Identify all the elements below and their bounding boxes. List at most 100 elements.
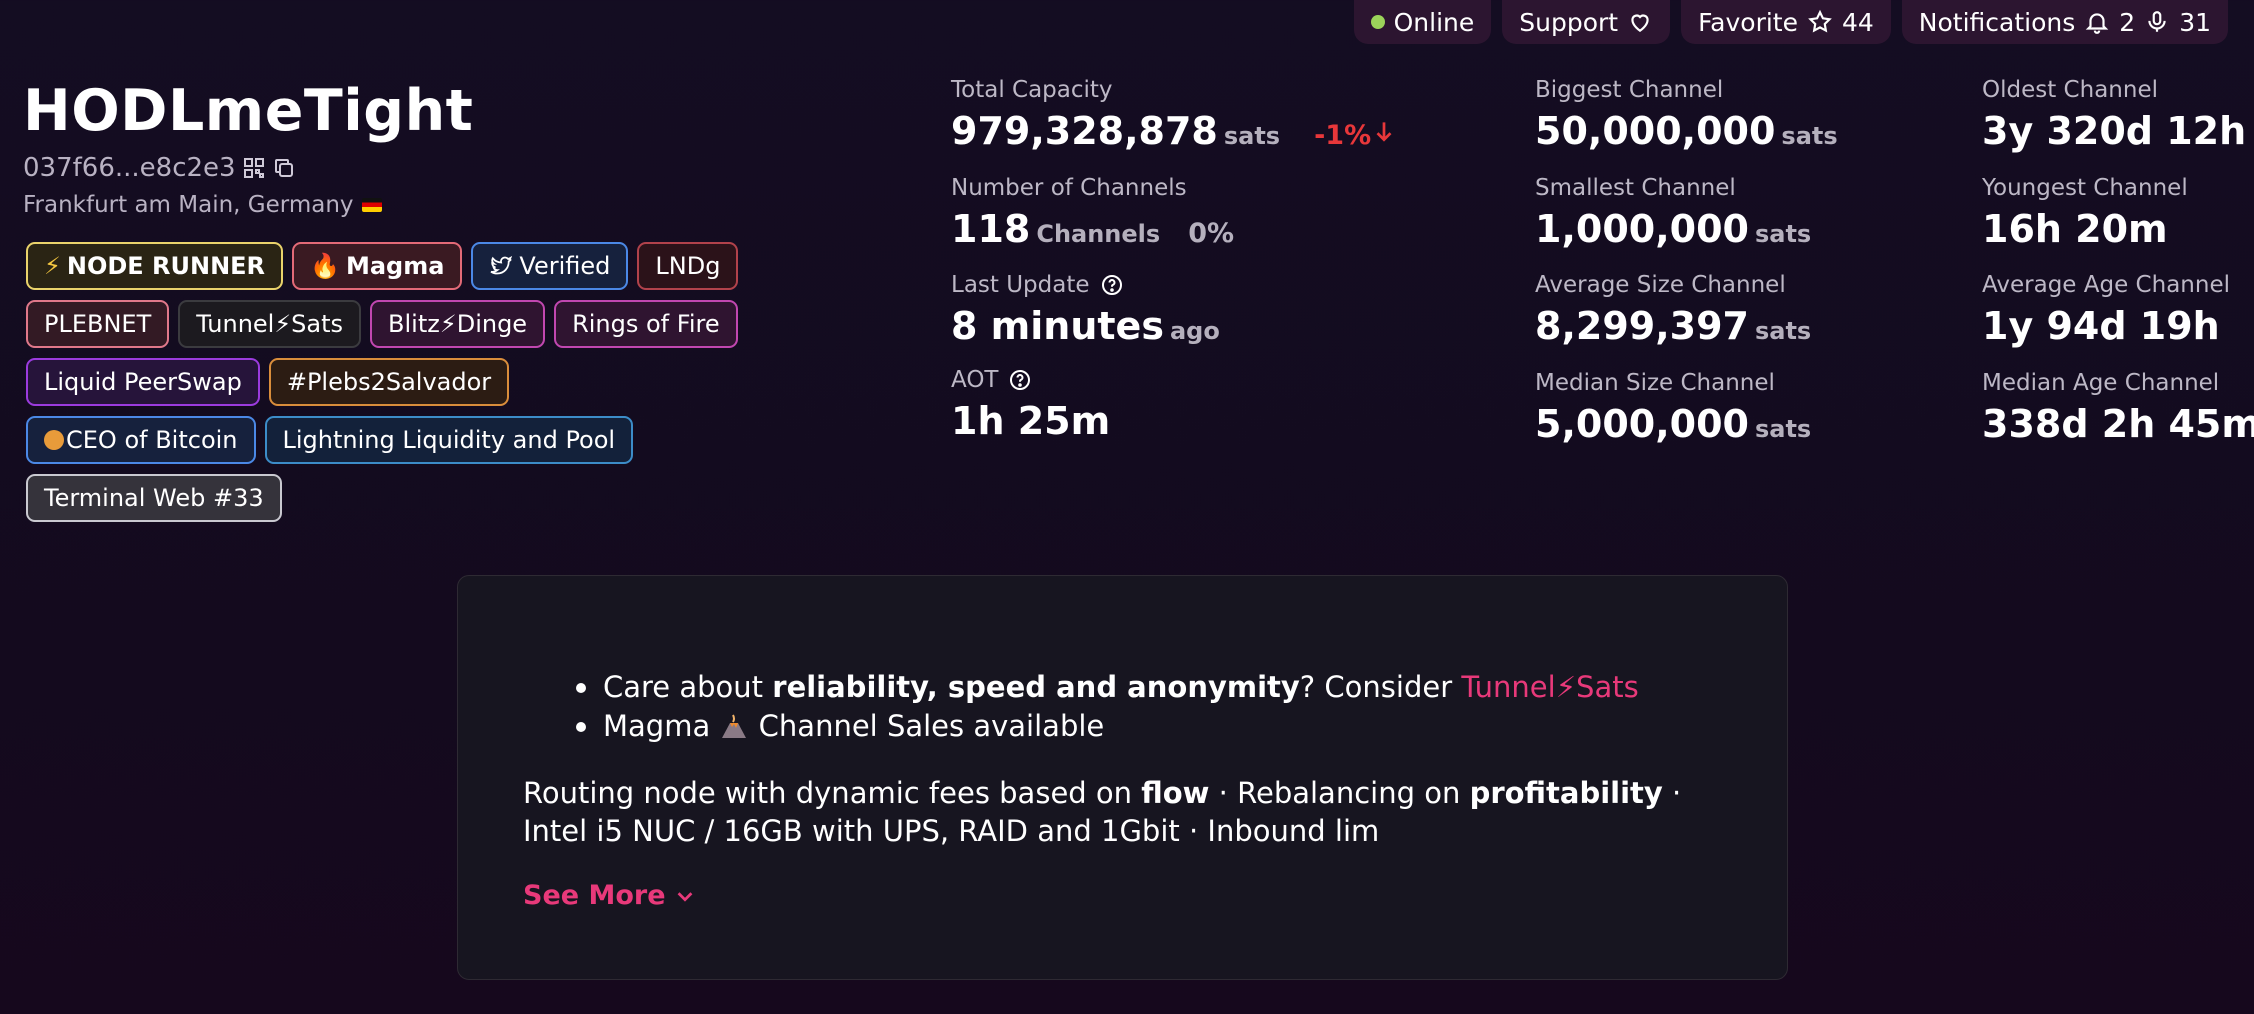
unit-label: sats [1223, 122, 1281, 150]
text: Care about [603, 670, 773, 704]
badge-ceo-of-bitcoin[interactable]: CEO of Bitcoin [26, 416, 256, 464]
median-size-value: 5,000,000 [1535, 402, 1749, 446]
chevron-down-icon [677, 891, 692, 902]
badge-label: Verified [519, 252, 611, 280]
badge-tunnelsats[interactable]: Tunnel⚡Sats [178, 300, 362, 348]
support-button[interactable]: Support [1502, 0, 1671, 44]
coin-icon [44, 430, 64, 450]
badge-label: #Plebs2Salvador [286, 368, 492, 396]
badge-plebs2salvador[interactable]: #Plebs2Salvador [268, 358, 510, 406]
stat-label: Oldest Channel [1982, 77, 2158, 103]
germany-flag-icon [361, 198, 382, 212]
badge-label: Blitz⚡Dinge [388, 310, 528, 338]
list-item: Care about reliability, speed and anonym… [576, 668, 1639, 707]
median-age-value: 338d 2h 45m [1982, 402, 2254, 446]
badge-label: CEO of Bitcoin [66, 426, 238, 454]
badge-label: Magma [345, 252, 445, 280]
stat-value: 5,000,000 sats [1535, 402, 1811, 446]
stat-value: 8 minutes ago [951, 304, 1220, 348]
bold-text: profitability [1469, 776, 1663, 810]
node-title: HODLmeTight [23, 78, 474, 144]
help-icon[interactable] [1008, 368, 1032, 392]
description-paragraph: Routing node with dynamic fees based on … [523, 774, 1753, 850]
unit-label: sats [1754, 317, 1812, 345]
stat-value: 8,299,397 sats [1535, 304, 1811, 348]
microphone-icon [2148, 11, 2166, 32]
location-text[interactable]: Frankfurt am Main, Germany [23, 192, 354, 218]
see-more-button[interactable]: See More [523, 880, 696, 911]
stat-youngest-channel: Youngest Channel 16h 20m [1982, 175, 2188, 251]
unit-label: ago [1169, 317, 1220, 345]
stat-number-of-channels: Number of Channels 118 Channels 0% [951, 175, 1234, 251]
average-size-value: 8,299,397 [1535, 304, 1749, 348]
top-bar: Online Support Favorite 44 Notifications… [1353, 0, 2228, 44]
text: ? Consider [1299, 670, 1462, 704]
badge-lightning-liquidity[interactable]: Lightning Liquidity and Pool [264, 416, 634, 464]
stat-value: 16h 20m [1982, 207, 2188, 251]
last-update-value: 8 minutes [951, 304, 1164, 348]
badge-magma[interactable]: 🔥 Magma [292, 242, 463, 290]
fire-icon: 🔥 [310, 252, 340, 280]
badge-plebnet[interactable]: PLEBNET [26, 300, 170, 348]
bold-text: flow [1141, 776, 1210, 810]
favorite-label: Favorite [1698, 7, 1798, 37]
node-location: Frankfurt am Main, Germany [23, 192, 382, 218]
badge-lndg[interactable]: LNDg [637, 242, 739, 290]
tunnelsats-link[interactable]: Tunnel⚡Sats [1461, 670, 1638, 704]
stat-median-size: Median Size Channel 5,000,000 sats [1535, 370, 1811, 446]
stat-value: 338d 2h 45m [1982, 402, 2254, 446]
node-pubkey: 037f66...e8c2e3 [23, 153, 296, 183]
stat-value: 979,328,878 sats -1% [951, 109, 1397, 153]
mic-count: 31 [2179, 7, 2211, 37]
stat-label: Median Age Channel [1982, 370, 2220, 396]
badge-list: ⚡ NODE RUNNER 🔥 Magma Verified LNDg PLEB… [26, 242, 746, 522]
online-status: Online [1353, 0, 1492, 44]
stat-label: Median Size Channel [1535, 370, 1775, 396]
lightning-icon: ⚡ [44, 252, 61, 280]
pubkey-text[interactable]: 037f66...e8c2e3 [23, 153, 236, 183]
badge-blitzdinge[interactable]: Blitz⚡Dinge [370, 300, 546, 348]
help-icon[interactable] [1100, 273, 1124, 297]
badge-liquid-peerswap[interactable]: Liquid PeerSwap [26, 358, 260, 406]
stat-median-age: Median Age Channel 338d 2h 45m [1982, 370, 2254, 446]
favorite-button[interactable]: Favorite 44 [1681, 0, 1891, 44]
online-dot-icon [1370, 15, 1385, 29]
qr-code-icon[interactable] [242, 156, 266, 180]
badge-verified[interactable]: Verified [471, 242, 629, 290]
stat-value: 3y 320d 12h [1982, 109, 2246, 153]
channels-change: 0% [1188, 218, 1235, 249]
favorite-count: 44 [1841, 7, 1874, 37]
stat-label-row: Last Update [951, 272, 1220, 298]
stat-label: Average Age Channel [1982, 272, 2230, 298]
stat-biggest-channel: Biggest Channel 50,000,000 sats [1535, 77, 1838, 153]
stat-label: Average Size Channel [1535, 272, 1786, 298]
badge-rings-of-fire[interactable]: Rings of Fire [554, 300, 738, 348]
star-icon [1808, 9, 1832, 33]
stat-label: Total Capacity [951, 77, 1113, 103]
stat-label: Number of Channels [951, 175, 1187, 201]
see-more-label: See More [523, 880, 666, 911]
notification-count: 2 [2119, 7, 2136, 37]
capacity-change: -1% [1314, 120, 1372, 151]
stat-value: 1h 25m [951, 399, 1110, 443]
notifications-button[interactable]: Notifications 2 31 [1901, 0, 2228, 44]
stat-average-size: Average Size Channel 8,299,397 sats [1535, 272, 1811, 348]
unit-label: sats [1754, 415, 1812, 443]
stat-value: 1y 94d 19h [1982, 304, 2230, 348]
text: Channel Sales available [749, 709, 1105, 743]
twitter-icon [490, 255, 513, 275]
badge-label: Liquid PeerSwap [44, 368, 242, 396]
notifications-label: Notifications [1918, 7, 2076, 37]
stat-oldest-channel: Oldest Channel 3y 320d 12h [1982, 77, 2246, 153]
youngest-channel-value: 16h 20m [1982, 207, 2168, 251]
arrow-down-icon [1376, 122, 1392, 142]
badge-terminal-web[interactable]: Terminal Web #33 [26, 474, 282, 522]
average-age-value: 1y 94d 19h [1982, 304, 2220, 348]
text: Magma [603, 709, 711, 743]
text: Routing node with dynamic fees based on [523, 776, 1142, 810]
badge-node-runner[interactable]: ⚡ NODE RUNNER [26, 242, 284, 290]
description-card: Care about reliability, speed and anonym… [457, 575, 1788, 980]
copy-icon[interactable] [272, 156, 296, 180]
stat-value: 1,000,000 sats [1535, 207, 1811, 251]
stat-label: Youngest Channel [1982, 175, 2188, 201]
